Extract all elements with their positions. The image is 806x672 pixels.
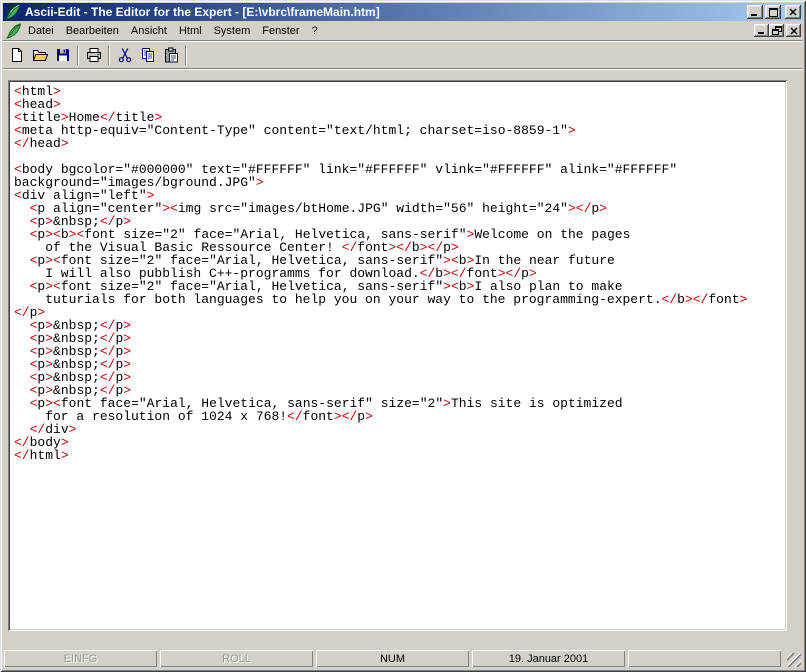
mdi-restore-icon [772, 26, 782, 35]
minimize-button[interactable] [747, 5, 763, 19]
resize-grip-icon[interactable] [787, 653, 801, 667]
code-editor[interactable]: <html><head><title>Home</title><meta htt… [8, 80, 787, 631]
printer-icon [86, 47, 102, 63]
status-panel-einfg: EINFG [4, 650, 157, 667]
cut-button[interactable] [113, 44, 136, 66]
menu-item-ansicht[interactable]: Ansicht [125, 23, 173, 39]
mdi-client-area: <html><head><title>Home</title><meta htt… [3, 68, 803, 646]
status-panel-date: 19. Januar 2001 [472, 650, 625, 667]
close-button[interactable] [785, 5, 801, 19]
menu-item-datei[interactable]: Datei [22, 23, 60, 39]
app-feather-icon [5, 4, 21, 20]
open-file-button[interactable] [28, 44, 51, 66]
status-bar: EINFG ROLL NUM 19. Januar 2001 [3, 646, 803, 669]
menu-item-fenster[interactable]: Fenster [256, 23, 305, 39]
floppy-disk-icon [55, 47, 71, 63]
menu-bar: Datei Bearbeiten Ansicht Html System Fen… [3, 21, 803, 40]
menu-item-system[interactable]: System [208, 23, 257, 39]
status-panel-roll: ROLL [160, 650, 313, 667]
code-line: </head> [14, 137, 781, 150]
mdi-minimize-icon [758, 27, 766, 34]
toolbar-separator [77, 45, 78, 65]
app-window: Ascii-Edit - The Editor for the Expert -… [0, 0, 806, 672]
code-line: </html> [14, 449, 781, 462]
scissors-icon [117, 47, 133, 63]
code-line: tuturials for both languages to help you… [14, 293, 781, 306]
menu-item-html[interactable]: Html [173, 23, 208, 39]
new-page-icon [9, 47, 25, 63]
status-panel-empty [628, 650, 781, 667]
menu-item-bearbeiten[interactable]: Bearbeiten [60, 23, 125, 39]
code-line: </body> [14, 436, 781, 449]
close-icon [789, 8, 797, 16]
clipboard-icon [163, 47, 179, 63]
toolbar-separator [108, 45, 109, 65]
open-folder-icon [32, 47, 48, 63]
code-line: </div> [14, 423, 781, 436]
save-file-button[interactable] [51, 44, 74, 66]
mdi-document-feather-icon [6, 23, 22, 39]
print-button[interactable] [82, 44, 105, 66]
mdi-close-button[interactable] [786, 24, 801, 37]
maximize-button[interactable] [765, 5, 781, 19]
maximize-icon [769, 8, 778, 17]
paste-button[interactable] [159, 44, 182, 66]
toolbar [3, 40, 803, 68]
toolbar-separator [185, 45, 186, 65]
title-bar[interactable]: Ascii-Edit - The Editor for the Expert -… [3, 3, 803, 21]
mdi-restore-button[interactable] [769, 24, 784, 37]
code-line: <html> [14, 85, 781, 98]
code-line: <meta http-equiv="Content-Type" content=… [14, 124, 781, 137]
window-title: Ascii-Edit - The Editor for the Expert -… [25, 4, 745, 20]
menu-item-help[interactable]: ? [306, 23, 324, 39]
mdi-minimize-button[interactable] [754, 24, 769, 37]
minimize-icon [751, 9, 759, 16]
code-line: for a resolution of 1024 x 768!</font></… [14, 410, 781, 423]
copy-button[interactable] [136, 44, 159, 66]
copy-pages-icon [140, 47, 156, 63]
code-area: <html><head><title>Home</title><meta htt… [14, 85, 781, 462]
new-document-button[interactable] [5, 44, 28, 66]
mdi-close-icon [790, 27, 798, 35]
status-panel-num: NUM [316, 650, 469, 667]
